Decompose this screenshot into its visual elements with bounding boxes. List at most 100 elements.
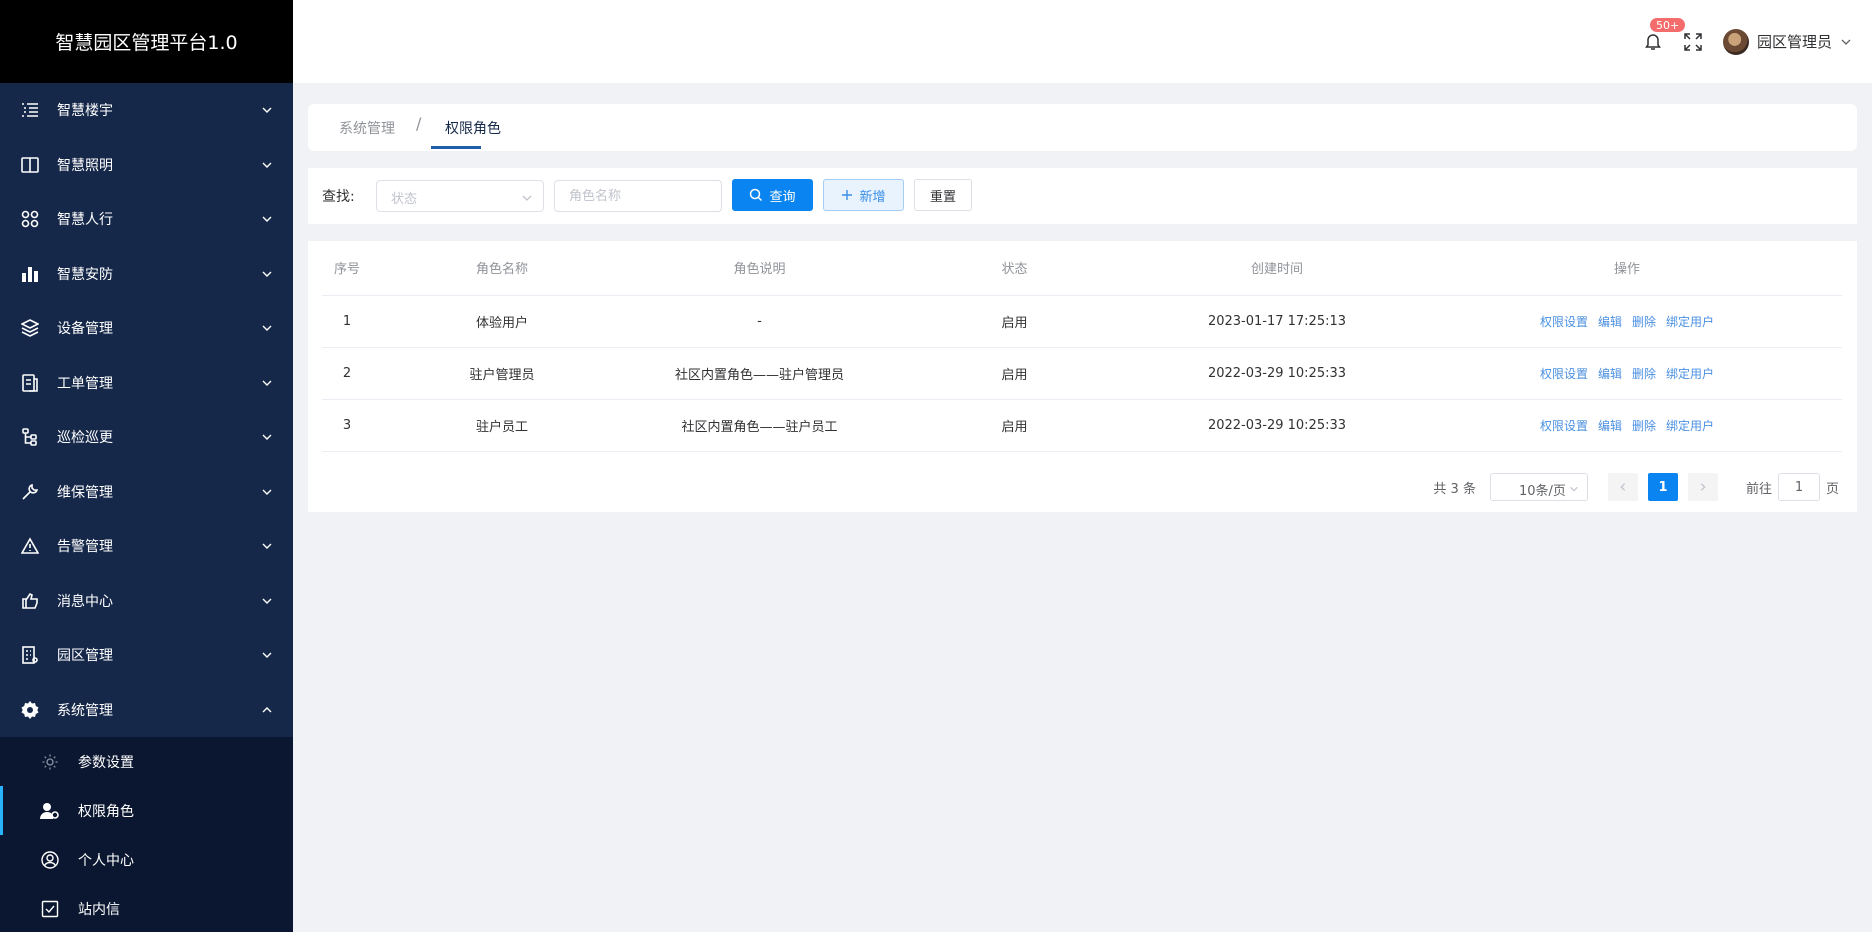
- bind-user-link[interactable]: 绑定用户: [1666, 315, 1714, 329]
- chevron-down-icon: [262, 271, 272, 277]
- bind-user-link[interactable]: 绑定用户: [1666, 367, 1714, 381]
- filter-bar: 查找: 状态 查询 新增 重置: [308, 168, 1857, 224]
- bind-user-link[interactable]: 绑定用户: [1666, 419, 1714, 433]
- sidebar-item-device-management[interactable]: 设备管理: [0, 301, 293, 356]
- sidebar-subitem-parameter-settings[interactable]: 参数设置: [0, 737, 293, 786]
- sidebar-item-label: 智慧楼宇: [57, 103, 113, 120]
- filter-label: 查找:: [322, 189, 355, 205]
- user-role-icon: [40, 801, 60, 821]
- edit-link[interactable]: 编辑: [1598, 315, 1622, 329]
- sidebar-subitem-inbox[interactable]: 站内信: [0, 884, 293, 932]
- goto-page-input[interactable]: [1777, 473, 1820, 501]
- add-button[interactable]: 新增: [823, 179, 904, 211]
- add-button-label: 新增: [859, 189, 886, 205]
- app-title: 智慧园区管理平台1.0: [0, 0, 293, 83]
- permission-settings-link[interactable]: 权限设置: [1540, 419, 1588, 433]
- list-icon: [20, 100, 40, 120]
- edit-link[interactable]: 编辑: [1598, 367, 1622, 381]
- delete-link[interactable]: 删除: [1632, 315, 1656, 329]
- status-select[interactable]: 状态: [376, 180, 544, 212]
- chevron-down-icon: [1570, 486, 1578, 492]
- bar-chart-icon: [20, 264, 40, 284]
- chevron-up-icon: [262, 706, 272, 713]
- sidebar-item-label: 消息中心: [57, 593, 113, 610]
- sidebar-subitem-permission-roles[interactable]: 权限角色: [0, 786, 293, 835]
- roles-table-card: 序号 角色名称 角色说明 状态 创建时间 操作 1 体验用户 - 启用 2023…: [308, 241, 1857, 512]
- bell-icon: [1644, 33, 1661, 50]
- sidebar-item-smart-lighting[interactable]: 智慧照明: [0, 138, 293, 193]
- page-number-button[interactable]: 1: [1647, 473, 1678, 501]
- message-icon: [20, 591, 40, 611]
- cell-created-time: 2022-03-29 10:25:33: [1142, 399, 1412, 452]
- page-size-value: 10条/页: [1518, 484, 1566, 499]
- notification-badge: 50+: [1648, 16, 1687, 33]
- chevron-down-icon: [522, 195, 532, 201]
- cell-index: 3: [322, 399, 372, 452]
- sidebar-item-label: 维保管理: [57, 484, 113, 501]
- breadcrumb-active-underline: [431, 146, 481, 149]
- reset-button[interactable]: 重置: [914, 179, 972, 211]
- cell-status: 启用: [887, 295, 1142, 348]
- chevron-right-icon: [1700, 483, 1706, 491]
- breadcrumb-parent[interactable]: 系统管理: [339, 118, 395, 138]
- chevron-down-icon: [262, 325, 272, 332]
- sidebar-item-maintenance[interactable]: 维保管理: [0, 465, 293, 520]
- breadcrumb-current[interactable]: 权限角色: [445, 118, 501, 138]
- sidebar-item-label: 系统管理: [57, 702, 113, 719]
- submenu-system-management: 参数设置 权限角色 个人中心 站内信: [0, 737, 293, 932]
- sidebar-subitem-label: 个人中心: [78, 852, 134, 869]
- pagination-total: 共 3 条: [1433, 481, 1476, 497]
- sidebar-item-label: 告警管理: [57, 539, 113, 556]
- notification-button[interactable]: 50+: [1643, 16, 1687, 53]
- sidebar-item-alarm[interactable]: 告警管理: [0, 519, 293, 574]
- cell-created-time: 2023-01-17 17:25:13: [1142, 295, 1412, 348]
- edit-link[interactable]: 编辑: [1598, 419, 1622, 433]
- page-size-select[interactable]: 10条/页: [1489, 473, 1588, 501]
- fullscreen-icon[interactable]: [1683, 32, 1703, 52]
- chevron-down-icon: [262, 543, 272, 550]
- cell-status: 启用: [887, 347, 1142, 400]
- table-row: 1 体验用户 - 启用 2023-01-17 17:25:13 权限设置 编辑 删除…: [322, 295, 1842, 348]
- pagination: 共 3 条 10条/页 1 前往 页: [1433, 473, 1839, 501]
- route-icon: [20, 427, 40, 447]
- query-button[interactable]: 查询: [732, 179, 813, 211]
- sidebar-item-message-center[interactable]: 消息中心: [0, 574, 293, 629]
- chevron-down-icon: [262, 216, 272, 223]
- user-circle-icon: [40, 850, 60, 870]
- role-name-input[interactable]: [554, 180, 722, 212]
- permission-settings-link[interactable]: 权限设置: [1540, 315, 1588, 329]
- delete-link[interactable]: 删除: [1632, 419, 1656, 433]
- cell-role-description: 社区内置角色——驻户员工: [632, 399, 887, 452]
- column-header-created-time: 创建时间: [1142, 241, 1412, 296]
- chevron-down-icon: [262, 107, 272, 114]
- sidebar-item-park-management[interactable]: 园区管理: [0, 628, 293, 683]
- chevron-down-icon: [262, 489, 272, 495]
- sidebar-item-label: 园区管理: [57, 648, 113, 665]
- prev-page-button[interactable]: [1607, 473, 1638, 501]
- sidebar-item-work-order[interactable]: 工单管理: [0, 356, 293, 411]
- plus-icon: [842, 190, 853, 200]
- sidebar-item-smart-security[interactable]: 智慧安防: [0, 247, 293, 302]
- sidebar-item-system-management[interactable]: 系统管理: [0, 683, 293, 738]
- search-icon: [750, 188, 763, 202]
- sidebar-subitem-personal-center[interactable]: 个人中心: [0, 835, 293, 884]
- permission-settings-link[interactable]: 权限设置: [1540, 367, 1588, 381]
- sidebar-subitem-label: 权限角色: [78, 803, 134, 820]
- delete-link[interactable]: 删除: [1632, 367, 1656, 381]
- sidebar-subitem-label: 参数设置: [78, 754, 134, 771]
- next-page-button[interactable]: [1687, 473, 1718, 501]
- sidebar-item-label: 智慧人行: [57, 212, 113, 229]
- warning-icon: [20, 536, 40, 556]
- chevron-down-icon: [262, 652, 272, 659]
- avatar[interactable]: [1722, 28, 1749, 55]
- chevron-down-icon: [262, 434, 272, 441]
- cell-role-name: 驻户管理员: [372, 347, 632, 400]
- cell-index: 2: [322, 347, 372, 400]
- sidebar-item-patrol[interactable]: 巡检巡更: [0, 410, 293, 465]
- roles-table: 序号 角色名称 角色说明 状态 创建时间 操作 1 体验用户 - 启用 2023…: [322, 241, 1842, 452]
- column-header-status: 状态: [887, 241, 1142, 296]
- sidebar-item-smart-building[interactable]: 智慧楼宇: [0, 83, 293, 138]
- username[interactable]: 园区管理员: [1757, 31, 1832, 52]
- chevron-down-icon[interactable]: [1840, 36, 1852, 48]
- sidebar-item-smart-pedestrian[interactable]: 智慧人行: [0, 192, 293, 247]
